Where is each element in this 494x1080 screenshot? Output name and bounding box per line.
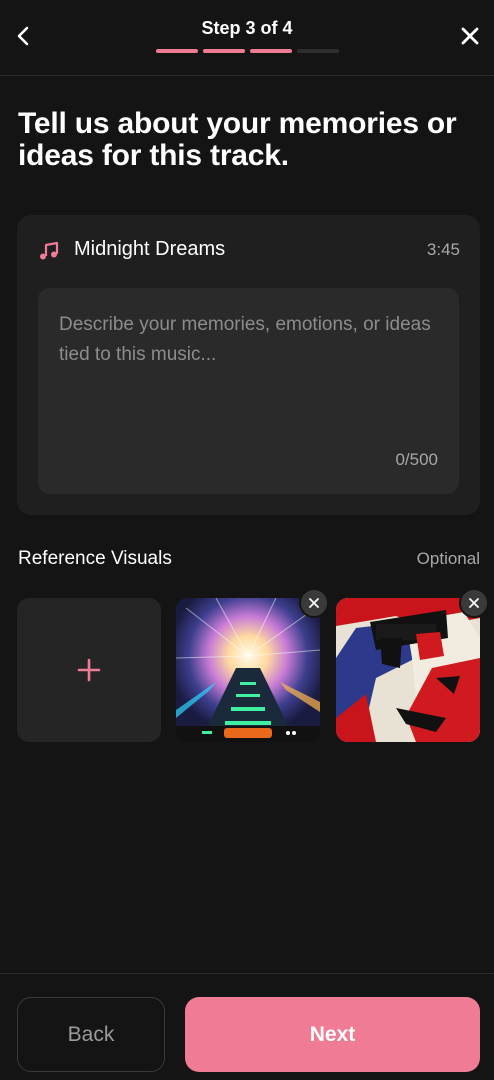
progress-segment-3 xyxy=(250,49,292,53)
close-icon[interactable] xyxy=(458,24,482,48)
track-duration: 3:45 xyxy=(426,240,460,259)
reference-image-pop-art xyxy=(336,598,480,742)
remove-image-1-button[interactable] xyxy=(299,588,329,618)
footer-actions: Back Next xyxy=(0,973,494,1080)
close-icon xyxy=(469,598,479,608)
progress-segment-4 xyxy=(297,49,339,53)
reference-visuals-title: Reference Visuals xyxy=(18,548,172,569)
add-image-button[interactable] xyxy=(17,598,161,742)
optional-label: Optional xyxy=(416,549,480,568)
progress-segment-1 xyxy=(156,49,198,53)
step-progress-bar xyxy=(156,49,339,53)
close-icon xyxy=(309,598,319,608)
progress-segment-2 xyxy=(203,49,245,53)
memories-textarea[interactable]: Describe your memories, emotions, or ide… xyxy=(38,288,459,494)
header: Step 3 of 4 xyxy=(0,0,494,76)
page-title: Tell us about your memories or ideas for… xyxy=(18,107,457,172)
step-indicator-label: Step 3 of 4 xyxy=(201,18,293,38)
track-memory-card: Midnight Dreams 3:45 Describe your memor… xyxy=(17,215,480,515)
reference-image-1[interactable] xyxy=(176,598,320,742)
next-button[interactable]: Next xyxy=(185,997,480,1072)
reference-image-synthwave xyxy=(176,598,320,742)
music-note-icon xyxy=(40,241,59,260)
reference-image-2[interactable] xyxy=(336,598,480,742)
plus-icon xyxy=(77,658,101,682)
character-counter: 0/500 xyxy=(395,450,438,469)
memories-placeholder: Describe your memories, emotions, or ide… xyxy=(59,314,431,365)
track-name: Midnight Dreams xyxy=(74,238,226,260)
back-button[interactable]: Back xyxy=(17,997,165,1072)
remove-image-2-button[interactable] xyxy=(459,588,489,618)
